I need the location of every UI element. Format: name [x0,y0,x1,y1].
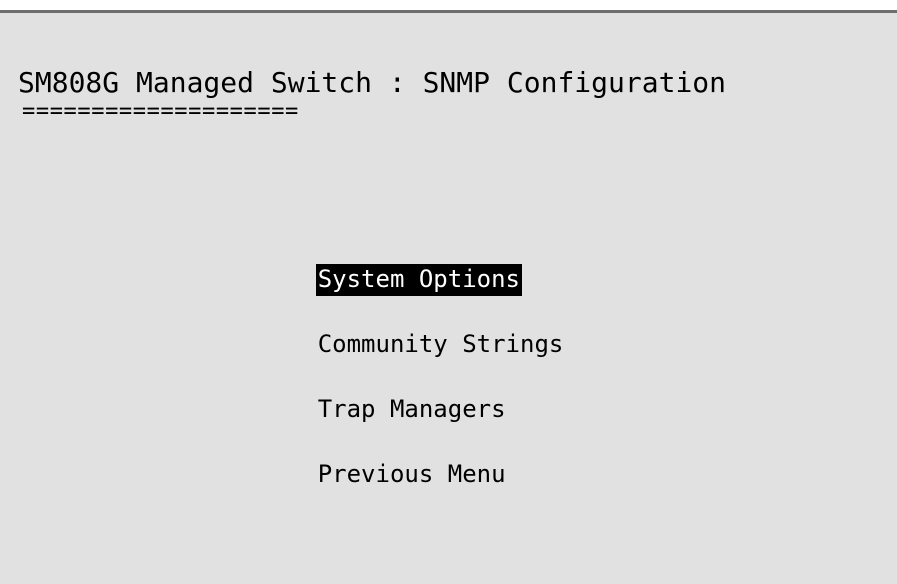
title-underline: ==================== [22,99,299,124]
menu-item-label: Community Strings [317,330,564,358]
menu-item-label: System Options [315,264,522,296]
menu-item-system-options[interactable]: System Options [229,231,565,296]
terminal-screen: SM808G Managed Switch : SNMP Configurati… [0,10,897,584]
menu-item-label: Trap Managers [317,395,506,423]
snmp-config-menu: System Options Community Strings Trap Ma… [229,231,565,491]
menu-item-label: Previous Menu [317,460,506,488]
page-title: SM808G Managed Switch : SNMP Configurati… [18,66,727,99]
